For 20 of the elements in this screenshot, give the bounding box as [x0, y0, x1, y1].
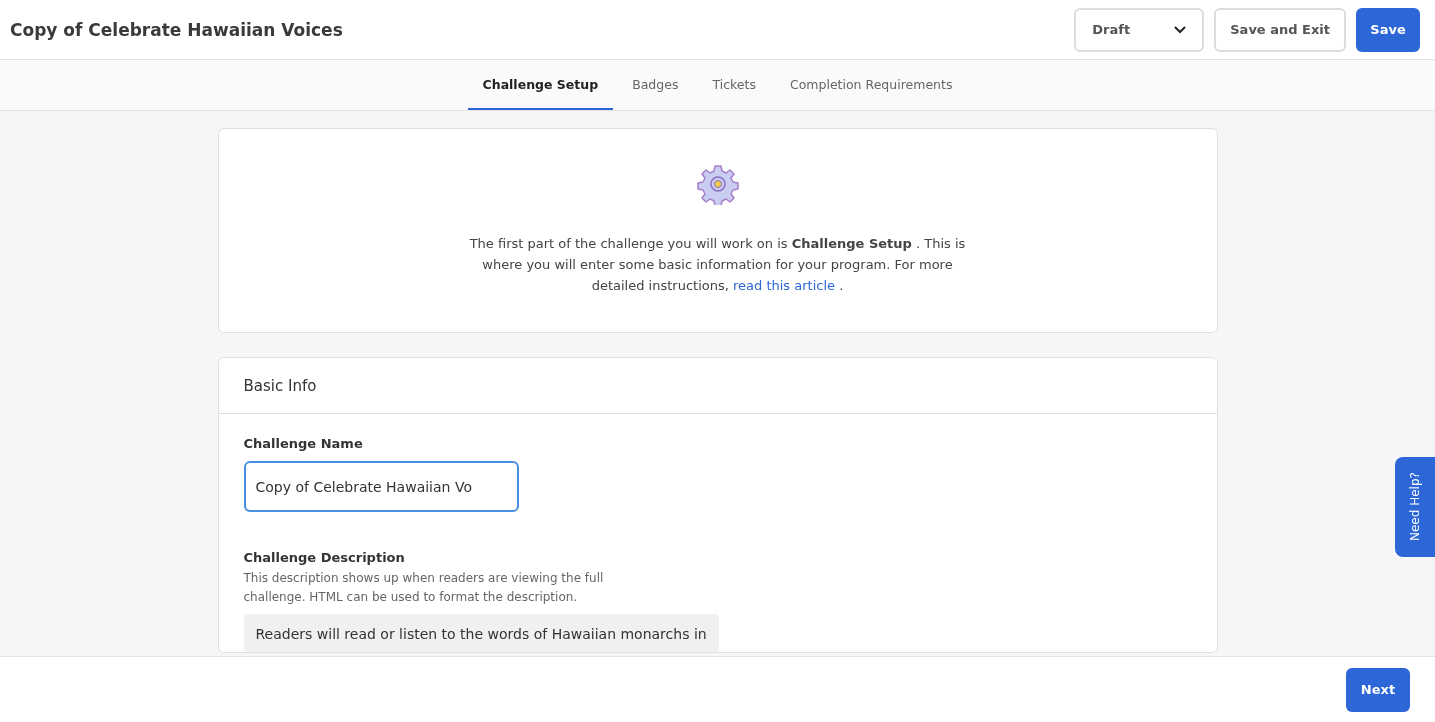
tab[interactable]: Tickets [697, 60, 771, 110]
chevron-down-icon [1174, 25, 1187, 34]
gear-icon [696, 163, 739, 205]
tab[interactable]: Badges [617, 60, 694, 110]
article-link[interactable]: read this article [733, 278, 836, 293]
card-title: Basic Info [218, 358, 1217, 414]
next-button[interactable]: Next [1346, 667, 1410, 712]
field-label: Challenge Description [243, 550, 405, 565]
need-help-tab[interactable]: Need Help? [1395, 457, 1435, 557]
tab[interactable]: Challenge Setup [467, 60, 614, 110]
field-label: Challenge Name [243, 436, 363, 451]
page-title: Copy of Celebrate Hawaiian Voices [10, 19, 344, 40]
save-button[interactable]: Save [1356, 7, 1420, 52]
description-field[interactable]: Readers will read or listen to the words of Hawaiian monarchs in [243, 614, 719, 652]
status-dropdown[interactable]: Draft [1074, 7, 1205, 52]
tab[interactable]: Completion Requirements [774, 60, 968, 110]
challenge-name-field[interactable]: Copy of Celebrate Hawaiian Vo [243, 461, 519, 512]
save-exit-button[interactable]: Save and Exit [1214, 7, 1346, 52]
intro-text: The first part of the challenge you will work on is Challenge Setup . This is where you will enter some basic information for your program. For more detailed instructions, read this article . [468, 235, 967, 295]
field-help-text: This description shows up when readers are viewing the full challenge. HTML can be used to format the description. [243, 570, 605, 606]
